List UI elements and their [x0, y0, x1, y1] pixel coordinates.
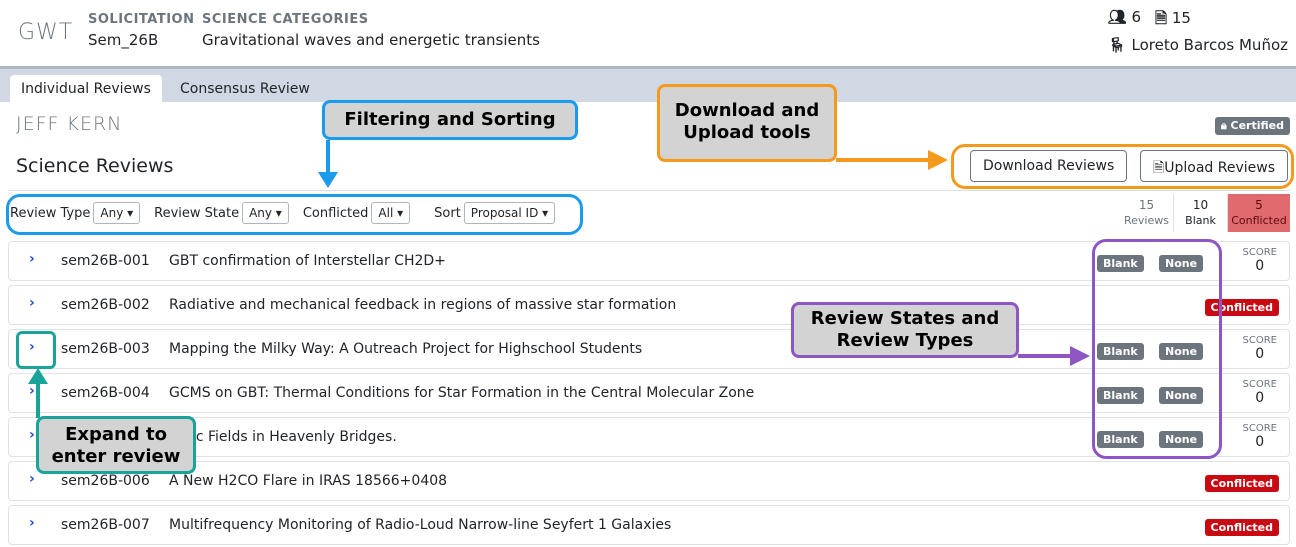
- conflicted-badge: Conflicted: [1204, 475, 1279, 492]
- solicitation-label: SOLICITATION: [88, 12, 195, 27]
- expand-highlight: [16, 331, 56, 369]
- conflicted-badge: Conflicted: [1204, 519, 1279, 536]
- table-row[interactable]: › sem26B-006 A New H2CO Flare in IRAS 18…: [8, 461, 1290, 501]
- review-stats: 15 Reviews 10 Blank 5 Conflicted: [1120, 194, 1290, 232]
- score: SCORE 0: [1242, 379, 1277, 406]
- categories-value: Gravitational waves and energetic transi…: [202, 31, 540, 49]
- score: SCORE 0: [1242, 335, 1277, 362]
- table-row[interactable]: › sem26B-007 Multifrequency Monitoring o…: [8, 505, 1290, 545]
- lock-icon: 🔒︎: [1220, 119, 1227, 132]
- proposal-id: sem26B-006: [61, 473, 150, 489]
- users-icon: 👥︎: [1107, 8, 1127, 26]
- score: SCORE 0: [1242, 423, 1277, 450]
- callout-review-states: Review States and Review Types: [791, 302, 1019, 358]
- chevron-right-icon[interactable]: ›: [29, 427, 35, 443]
- chair-icon: 🪑︎: [1107, 36, 1127, 54]
- arrow-review-states: [1018, 346, 1090, 366]
- review-states-highlight: [1092, 239, 1222, 459]
- arrow-filtering: [318, 140, 338, 188]
- app-header: GWT SOLICITATION Sem_26B SCIENCE CATEGOR…: [0, 0, 1296, 66]
- proposal-title: Multifrequency Monitoring of Radio-Loud …: [169, 517, 672, 533]
- members-count[interactable]: 👥︎ 6: [1108, 8, 1141, 33]
- app-logo: GWT: [18, 20, 74, 45]
- filters-highlight: [6, 194, 583, 235]
- proposal-id: sem26B-004: [61, 385, 150, 401]
- proposal-title: Mapping the Milky Way: A Outreach Projec…: [169, 341, 643, 357]
- proposal-title: GBT confirmation of Interstellar CH2D+: [169, 253, 446, 269]
- chevron-right-icon[interactable]: ›: [29, 515, 35, 531]
- proposal-id: sem26B-002: [61, 297, 150, 313]
- chevron-right-icon[interactable]: ›: [29, 471, 35, 487]
- section-title: Science Reviews: [16, 155, 174, 177]
- tab-bar: Individual Reviews Consensus Review: [0, 66, 1296, 105]
- documents-count[interactable]: 🗎 15: [1155, 8, 1191, 33]
- certified-badge: 🔒︎ Certified: [1214, 117, 1290, 135]
- chevron-right-icon[interactable]: ›: [29, 295, 35, 311]
- arrow-expand: [28, 368, 48, 418]
- tab-consensus-review[interactable]: Consensus Review: [169, 75, 321, 105]
- callout-filtering: Filtering and Sorting: [322, 100, 578, 140]
- file-icon: 🗎: [1155, 9, 1168, 27]
- stat-reviews[interactable]: 15 Reviews: [1120, 194, 1174, 232]
- tab-individual-reviews[interactable]: Individual Reviews: [10, 75, 162, 105]
- callout-download-upload: Download and Upload tools: [657, 84, 837, 162]
- proposal-title: A New H2CO Flare in IRAS 18566+0408: [169, 473, 448, 489]
- score: SCORE 0: [1242, 247, 1277, 274]
- proposal-id: sem26B-003: [61, 341, 150, 357]
- proposal-title: GCMS on GBT: Thermal Conditions for Star…: [169, 385, 755, 401]
- categories-block: SCIENCE CATEGORIES Gravitational waves a…: [202, 12, 540, 49]
- callout-expand: Expand to enter review: [36, 416, 196, 474]
- divider: [8, 190, 1290, 191]
- categories-label: SCIENCE CATEGORIES: [202, 12, 369, 27]
- arrow-download-upload: [836, 150, 948, 170]
- reviewer-name: JEFF KERN: [16, 113, 123, 135]
- user-name[interactable]: 🪑︎ Loreto Barcos Muñoz: [1108, 36, 1288, 54]
- chevron-right-icon[interactable]: ›: [29, 251, 35, 267]
- proposal-id: sem26B-007: [61, 517, 150, 533]
- stat-conflicted[interactable]: 5 Conflicted: [1228, 194, 1290, 232]
- user-info: 👥︎ 6 🗎 15 🪑︎ Loreto Barcos Muñoz: [1108, 8, 1288, 54]
- proposal-title: Radiative and mechanical feedback in reg…: [169, 297, 677, 313]
- solicitation-block: SOLICITATION Sem_26B: [88, 12, 194, 49]
- proposal-id: sem26B-001: [61, 253, 150, 269]
- solicitation-value: Sem_26B: [88, 31, 159, 49]
- proposal-title: netic Fields in Heavenly Bridges.: [169, 429, 397, 445]
- download-upload-highlight: [951, 144, 1294, 189]
- stat-blank[interactable]: 10 Blank: [1174, 194, 1228, 232]
